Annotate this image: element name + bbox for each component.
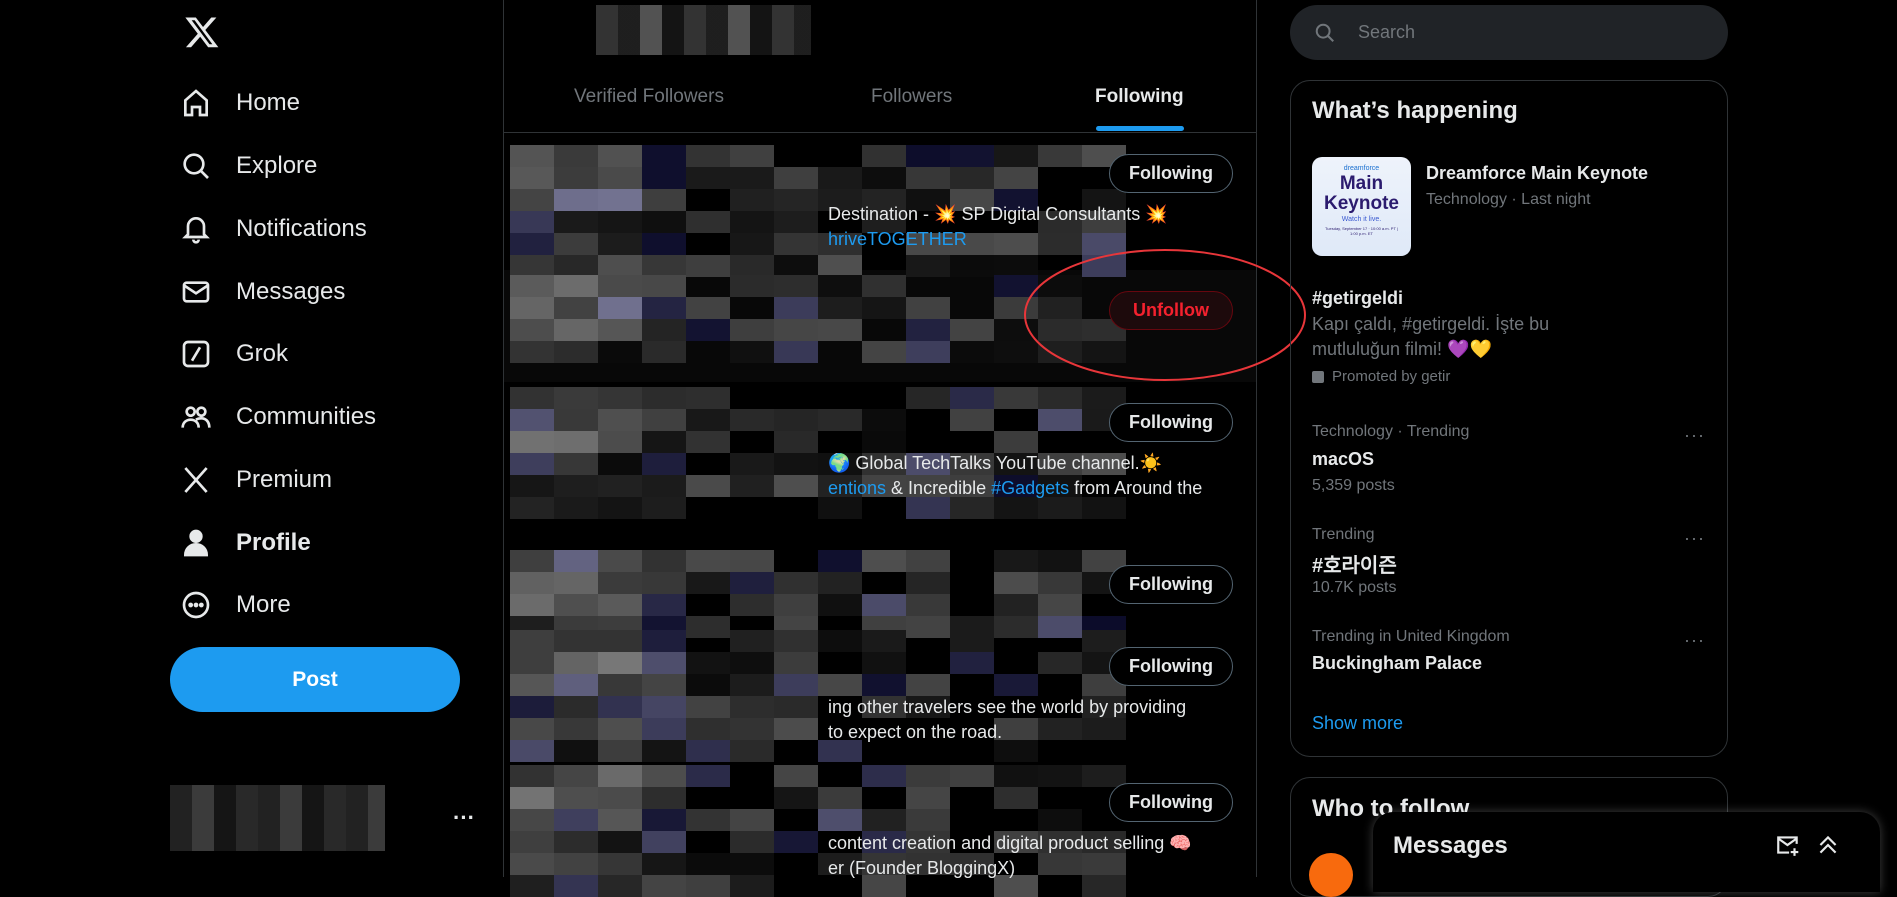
collapse-chevrons-icon[interactable] [1815, 832, 1841, 858]
bio-text: & Incredible [886, 478, 992, 498]
bio-line: to expect on the road. [828, 722, 1003, 742]
person-icon [183, 529, 209, 557]
featured-trend[interactable]: dreamforce Main Keynote Watch it live. T… [1312, 157, 1712, 257]
nav-item-label: Messages [236, 278, 346, 305]
mail-icon [182, 281, 210, 303]
nav-item-profile[interactable]: Profile [180, 518, 311, 568]
profile-name-pixelated [596, 5, 811, 55]
bio-line: content creation and digital product sel… [828, 833, 1192, 853]
tab-bar-border [504, 132, 1256, 133]
pixelated-user-info [510, 765, 1126, 897]
whats-happening-card: What’s happening dreamforce Main Keynote… [1290, 80, 1728, 757]
more-icon[interactable]: ··· [1684, 425, 1705, 446]
more-circle-icon [182, 591, 210, 619]
bio-line: er (Founder BloggingX) [828, 858, 1016, 878]
bio-line: entions & Incredible #Gadgets from Aroun… [828, 478, 1202, 499]
bell-icon [182, 217, 210, 244]
people-icon [181, 406, 211, 428]
featured-title: Dreamforce Main Keynote [1426, 163, 1649, 183]
trend-meta: Trending in United Kingdom [1312, 628, 1510, 645]
annotation-ellipse [1024, 249, 1306, 381]
show-more-link[interactable]: Show more [1312, 713, 1403, 734]
nav-item-label: Notifications [236, 215, 367, 242]
featured-image: dreamforce Main Keynote Watch it live. T… [1312, 157, 1411, 256]
bio-line: 🌍 Global TechTalks YouTube channel.☀️ [828, 453, 1163, 473]
trend-meta: Trending [1312, 526, 1375, 543]
nav-item-explore[interactable]: Explore [180, 141, 317, 191]
bio-line: Destination - 💥 SP Digital Consultants 💥 [828, 204, 1168, 224]
promoted-by-text: Promoted by getir [1332, 368, 1451, 385]
tab-underline [1096, 126, 1184, 131]
following-button[interactable]: Following [1109, 565, 1233, 604]
tab-following[interactable]: Following [1095, 86, 1184, 108]
tab-followers[interactable]: Followers [871, 86, 952, 108]
image-brand: dreamforce [1343, 165, 1380, 172]
new-message-icon[interactable] [1775, 832, 1801, 858]
card-title: What’s happening [1312, 97, 1518, 124]
trend-count: 10.7K posts [1312, 579, 1397, 596]
bio-line: ing other travelers see the world by pro… [828, 697, 1187, 717]
following-button[interactable]: Following [1109, 783, 1233, 822]
nav-item-premium[interactable]: Premium [180, 455, 332, 505]
nav-item-label: Explore [236, 152, 318, 179]
promoted-by: Promoted by getir [1312, 368, 1712, 385]
image-subtitle: Watch it live. [1341, 216, 1382, 223]
x-icon [184, 467, 208, 493]
nav-item-more[interactable]: More [180, 580, 291, 630]
more-icon[interactable]: ··· [1684, 630, 1705, 651]
nav-item-communities[interactable]: Communities [180, 392, 376, 442]
hashtag-link[interactable]: entions [828, 478, 886, 498]
suggestion-avatar[interactable] [1309, 853, 1353, 897]
nav-item-label: More [236, 591, 291, 618]
bio-text: from Around the [1069, 478, 1203, 498]
home-icon [184, 89, 208, 117]
tab-verified-followers[interactable]: Verified Followers [574, 86, 724, 108]
image-title: Main Keynote [1324, 173, 1399, 214]
x-logo[interactable] [184, 14, 220, 50]
nav-item-messages[interactable]: Messages [180, 267, 345, 317]
bio-line[interactable]: hriveTOGETHER [828, 229, 967, 250]
hashtag-link[interactable]: #Gadgets [991, 478, 1069, 498]
more-icon[interactable]: ··· [453, 805, 475, 831]
more-icon[interactable]: ··· [1684, 528, 1705, 549]
nav-item-label: Premium [236, 466, 333, 493]
nav-item-label: Home [236, 89, 301, 116]
nav-item-label: Communities [236, 403, 377, 430]
promoted-icon [1312, 370, 1324, 383]
nav-item-label: Profile [236, 529, 311, 556]
trend-title[interactable]: #호라이즌 [1312, 549, 1397, 578]
trend-title[interactable]: Buckingham Palace [1312, 653, 1482, 674]
promo-text: Kapı çaldı, #getirgeldi. İşte bu mutlulu… [1312, 314, 1550, 359]
nav-item-grok[interactable]: Grok [180, 329, 288, 379]
promo-title: #getirgeldi [1312, 288, 1404, 308]
post-button[interactable]: Post [170, 647, 460, 712]
trend-count: 5,359 posts [1312, 477, 1395, 494]
trend-title[interactable]: macOS [1312, 449, 1374, 470]
promoted-trend[interactable]: #getirgeldi Kapı çaldı, #getirgeldi. İşt… [1312, 288, 1712, 385]
trend-meta: Technology · Trending [1312, 423, 1470, 440]
following-button[interactable]: Following [1109, 647, 1233, 686]
nav-item-notifications[interactable]: Notifications [180, 204, 367, 254]
grok-icon [182, 340, 210, 368]
image-date: Tuesday, September 17 · 10:00 a.m. PT | … [1324, 226, 1398, 236]
search-icon [183, 153, 209, 179]
search-placeholder: Search [1358, 22, 1416, 42]
pixelated-user-info [510, 550, 1126, 638]
account-switcher[interactable]: ··· [170, 785, 480, 851]
pixelated-user-info [510, 630, 1126, 762]
nav-item-label: Grok [236, 340, 289, 367]
account-avatar-pixelated [170, 785, 385, 851]
search-icon [1315, 23, 1334, 42]
featured-meta: Technology · Last night [1426, 191, 1591, 208]
following-button[interactable]: Following [1109, 154, 1233, 193]
messages-drawer[interactable]: Messages [1373, 812, 1880, 892]
search-input[interactable]: Search [1290, 5, 1728, 60]
following-button[interactable]: Following [1109, 403, 1233, 442]
nav-item-home[interactable]: Home [180, 78, 300, 128]
messages-title: Messages [1393, 832, 1508, 859]
